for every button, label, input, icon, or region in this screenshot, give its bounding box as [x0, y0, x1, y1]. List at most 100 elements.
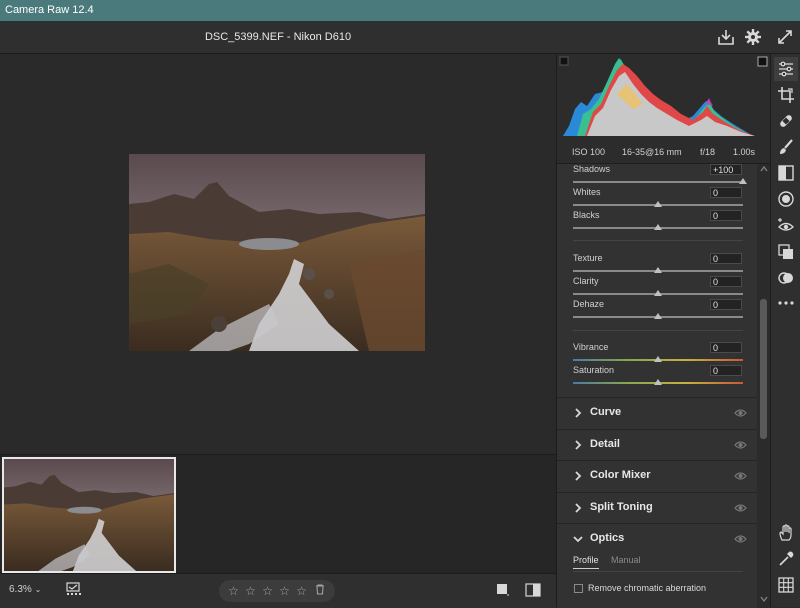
star-icon-3[interactable]: ☆ [259, 584, 276, 598]
snapshots-button[interactable] [777, 243, 795, 261]
scroll-up-icon[interactable] [760, 166, 768, 172]
eye-icon[interactable] [734, 407, 747, 419]
panel-scrollbar[interactable] [757, 164, 771, 607]
slider-value-input[interactable]: 0 [710, 253, 742, 264]
slider-handle[interactable] [654, 313, 662, 319]
chevron-right-icon [575, 408, 582, 418]
exif-iso: ISO 100 [572, 147, 606, 157]
fullscreen-button[interactable] [775, 27, 795, 47]
more-options-button[interactable] [777, 294, 795, 312]
chevron-right-icon [575, 503, 582, 513]
star-icon-1[interactable]: ☆ [225, 584, 242, 598]
shadow-clipping-icon[interactable] [559, 56, 569, 66]
zoom-select[interactable]: 6.3% ⌄ [9, 584, 41, 595]
eyedropper-icon [779, 551, 794, 566]
slider-handle[interactable] [654, 201, 662, 207]
slider-handle[interactable] [654, 356, 662, 362]
zoom-level: 6.3% [9, 584, 32, 595]
crop-tool-button[interactable] [777, 86, 795, 104]
before-after-button[interactable] [525, 582, 541, 598]
slider-texture: Texture 0 [573, 253, 743, 277]
slider-saturation: Saturation 0 [573, 365, 743, 389]
scrollbar-thumb[interactable] [760, 299, 767, 439]
checkbox-label: Remove chromatic aberration [588, 583, 707, 593]
red-eye-button[interactable] [777, 216, 795, 234]
slider-handle[interactable] [739, 178, 747, 184]
eye-icon[interactable] [734, 470, 747, 482]
select-image-icon [66, 582, 81, 595]
eye-icon[interactable] [734, 439, 747, 451]
star-icon-5[interactable]: ☆ [293, 584, 310, 598]
window-title: Camera Raw 12.4 [5, 4, 94, 16]
gear-icon [745, 29, 761, 45]
section-title: Split Toning [590, 501, 653, 513]
section-detail[interactable]: Detail [557, 429, 757, 460]
header-bar: DSC_5399.NEF - Nikon D610 [0, 21, 800, 54]
highlight-clipping-icon[interactable] [757, 56, 768, 67]
spot-removal-tool-button[interactable] [777, 112, 795, 130]
brush-tool-button[interactable] [777, 138, 795, 156]
slider-value-input[interactable]: 0 [710, 299, 742, 310]
hand-icon [779, 524, 792, 541]
slider-value-input[interactable]: 0 [710, 365, 742, 376]
eye-icon[interactable] [734, 533, 747, 545]
save-icon [718, 30, 734, 45]
file-name-label: DSC_5399.NEF - Nikon D610 [204, 31, 352, 43]
background-color-button[interactable] [496, 583, 510, 597]
slider-dehaze: Dehaze 0 [573, 299, 743, 323]
slider-value-input[interactable]: +100 [710, 164, 742, 175]
slider-label: Blacks [573, 210, 600, 220]
image-canvas[interactable] [0, 54, 556, 454]
slider-shadows: Shadows +100 [573, 164, 747, 188]
tool-strip [770, 54, 800, 607]
histogram [557, 54, 771, 141]
scroll-down-icon[interactable] [760, 596, 768, 602]
star-rating: ☆ ☆ ☆ ☆ ☆ [219, 580, 335, 602]
filmstrip-options-button[interactable] [66, 582, 82, 596]
presets-button[interactable] [777, 269, 795, 287]
section-curve[interactable]: Curve [557, 397, 757, 428]
edit-tool-button[interactable] [774, 57, 798, 81]
slider-handle[interactable] [654, 267, 662, 273]
eye-icon[interactable] [734, 502, 747, 514]
divider [573, 240, 743, 241]
slider-value-input[interactable]: 0 [710, 342, 742, 353]
slider-handle[interactable] [654, 290, 662, 296]
trash-icon[interactable] [310, 584, 330, 598]
filmstrip-thumbnail[interactable] [2, 457, 176, 573]
section-title[interactable]: Optics [590, 532, 624, 544]
exif-aperture: f/18 [700, 147, 716, 157]
tab-profile[interactable]: Profile [573, 555, 599, 569]
settings-button[interactable] [743, 27, 763, 47]
exif-info: ISO 100 16-35@16 mm f/18 1.00s [557, 141, 771, 164]
slider-value-input[interactable]: 0 [710, 187, 742, 198]
crop-icon [778, 87, 794, 103]
section-title: Curve [590, 406, 622, 418]
save-button[interactable] [716, 27, 736, 47]
eye-plus-icon [778, 218, 794, 231]
slider-value-input[interactable]: 0 [710, 210, 742, 221]
gradient-icon [778, 165, 794, 181]
grid-overlay-button[interactable] [777, 576, 795, 594]
sliders-icon [779, 61, 793, 77]
section-title: Detail [590, 438, 620, 450]
section-color-mixer[interactable]: Color Mixer [557, 460, 757, 491]
chevron-down-icon[interactable] [573, 533, 583, 545]
slider-label: Clarity [573, 276, 599, 286]
section-split-toning[interactable]: Split Toning [557, 492, 757, 523]
star-icon-2[interactable]: ☆ [242, 584, 259, 598]
graduated-filter-button[interactable] [777, 164, 795, 182]
chromatic-aberration-checkbox[interactable] [574, 584, 583, 593]
slider-handle[interactable] [654, 379, 662, 385]
slider-value-input[interactable]: 0 [710, 276, 742, 287]
slider-label: Dehaze [573, 299, 605, 309]
tab-manual[interactable]: Manual [611, 555, 641, 565]
white-balance-tool-button[interactable] [777, 550, 795, 568]
expand-icon [778, 30, 792, 44]
chevron-right-icon [575, 471, 582, 481]
slider-handle[interactable] [654, 224, 662, 230]
radial-filter-button[interactable] [777, 190, 795, 208]
star-icon-4[interactable]: ☆ [276, 584, 293, 598]
hand-tool-button[interactable] [777, 524, 795, 542]
slider-track[interactable] [573, 181, 743, 183]
